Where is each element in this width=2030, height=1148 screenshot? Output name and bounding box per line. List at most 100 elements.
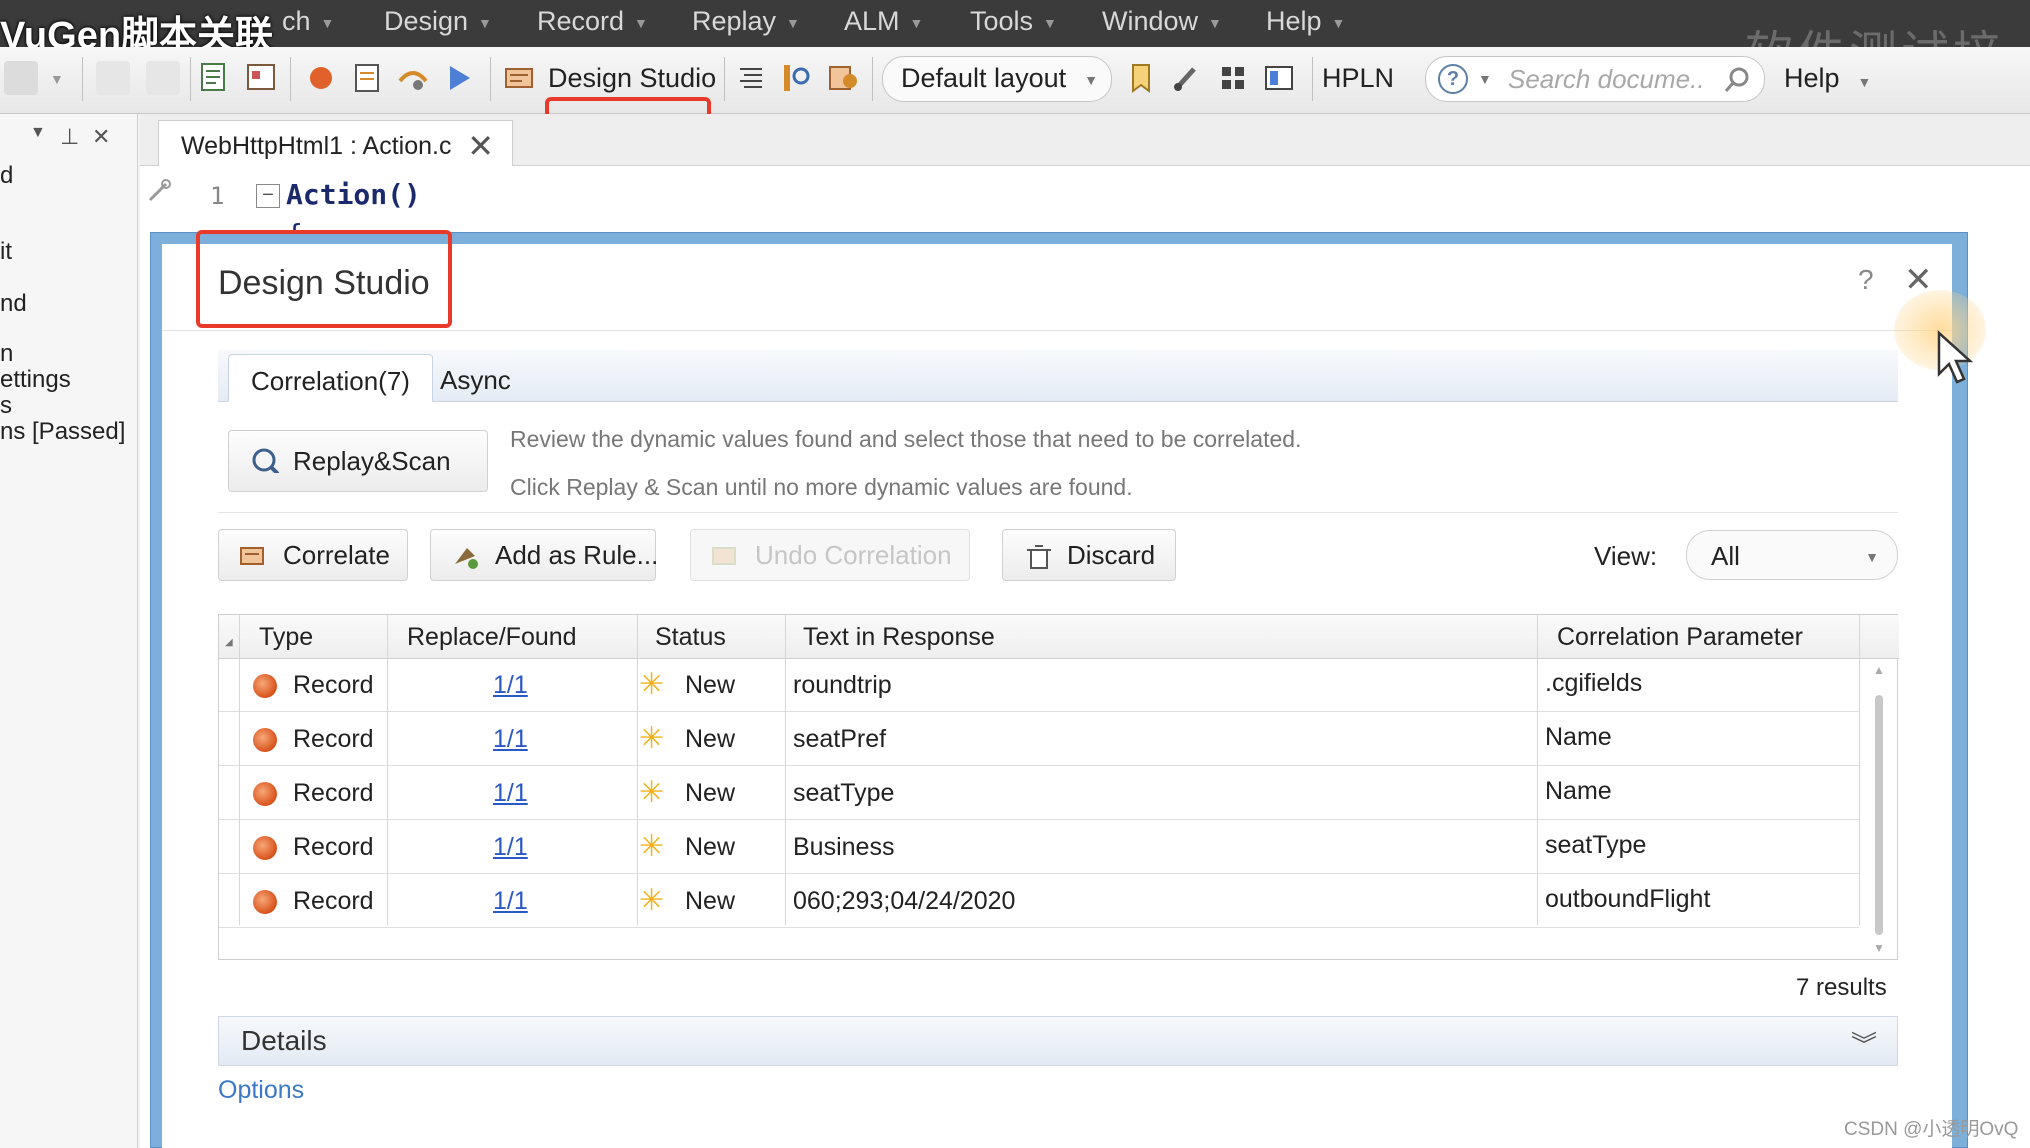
close-tab-icon[interactable]: ✕ (467, 127, 494, 165)
snapshot-icon[interactable] (244, 61, 278, 95)
panel-close-icon[interactable]: ✕ (92, 124, 110, 150)
cell-found-link[interactable]: 1/1 (493, 887, 528, 916)
help-dropdown-icon[interactable]: ▼ (1478, 71, 1492, 87)
brush-icon[interactable] (1170, 61, 1204, 95)
menu-design[interactable]: Design ▼ (384, 6, 492, 37)
cell-param[interactable]: outboundFlight (1545, 885, 1710, 914)
grid-scrollbar[interactable]: ▲ ▼ (1867, 659, 1893, 959)
undo-correlation-button[interactable]: Undo Correlation (690, 529, 970, 581)
view-dropdown[interactable]: All ▼ (1686, 530, 1898, 580)
rule-icon (455, 548, 478, 569)
menu-tools[interactable]: Tools ▼ (970, 6, 1057, 37)
options-link[interactable]: Options (218, 1076, 304, 1105)
cell-text: Business (793, 833, 895, 861)
cell-found-link[interactable]: 1/1 (493, 671, 528, 700)
tree-item[interactable]: it (0, 238, 12, 266)
tree-item[interactable]: d (0, 162, 13, 190)
menu-record[interactable]: Record ▼ (537, 6, 648, 37)
bookmark-icon[interactable] (1124, 61, 1158, 95)
hpln-button[interactable]: HPLN (1322, 63, 1394, 94)
cell-param[interactable]: Name (1545, 777, 1612, 806)
cell-param[interactable]: .cgifields (1545, 669, 1642, 698)
col-replace-found[interactable]: Replace/Found (407, 623, 577, 652)
toolbar: ▼ Design Studio Default layout ▼ HPLN ? … (0, 47, 2030, 155)
record-icon (253, 836, 277, 860)
undo-icon[interactable] (96, 61, 130, 95)
save-icon[interactable] (4, 61, 38, 95)
discard-button[interactable]: Discard (1002, 529, 1176, 581)
tree-item[interactable]: ettings (0, 366, 71, 394)
scroll-down-icon[interactable]: ▼ (1873, 941, 1885, 955)
cell-found-link[interactable]: 1/1 (493, 725, 528, 754)
help-circle-icon[interactable]: ? (1438, 64, 1468, 94)
script-icon[interactable] (198, 61, 232, 95)
menu-window[interactable]: Window ▼ (1102, 6, 1222, 37)
col-text-in-response[interactable]: Text in Response (803, 623, 995, 652)
find-step-icon[interactable] (780, 61, 814, 95)
grid-view-icon[interactable] (1216, 61, 1250, 95)
cell-status: New (685, 671, 736, 699)
replay-scan-button[interactable]: Replay&Scan (228, 430, 488, 492)
cell-found-link[interactable]: 1/1 (493, 833, 528, 862)
search-docs-box[interactable]: ? ▼ (1425, 56, 1765, 102)
design-studio-button[interactable]: Design Studio (548, 63, 716, 94)
toolbar-separator (872, 57, 873, 101)
tree-item[interactable]: s (0, 392, 12, 420)
record-icon (253, 890, 277, 914)
menu-search[interactable]: ch ▼ (282, 6, 334, 37)
dialog-help-icon[interactable]: ? (1858, 264, 1874, 296)
help-menu-button[interactable]: Help ▼ (1784, 63, 1871, 94)
tab-correlation[interactable]: Correlation(7) (228, 354, 433, 402)
chevron-double-down-icon[interactable]: ︾ (1851, 1025, 1877, 1062)
redo-icon[interactable] (146, 61, 180, 95)
panels-icon[interactable] (1262, 61, 1296, 95)
new-star-icon: ✳ (639, 722, 665, 755)
save-dropdown-icon[interactable]: ▼ (50, 71, 64, 87)
toolbar-separator (82, 57, 83, 101)
menu-help[interactable]: Help ▼ (1266, 6, 1345, 37)
pin-icon[interactable]: ⊥ (60, 124, 79, 150)
table-row[interactable]: Record 1/1 ✳ New Business seatType (219, 821, 1859, 874)
table-row[interactable]: Record 1/1 ✳ New seatPref Name (219, 713, 1859, 766)
table-row[interactable]: Record 1/1 ✳ New roundtrip .cgifields (219, 659, 1859, 712)
col-correlation-parameter[interactable]: Correlation Parameter (1557, 623, 1803, 652)
cell-text: seatPref (793, 725, 887, 753)
col-type[interactable]: Type (259, 623, 313, 652)
tab-action-c[interactable]: WebHttpHtml1 : Action.c ✕ (158, 120, 513, 166)
collapse-icon[interactable]: − (256, 184, 280, 208)
run-step-icon[interactable] (396, 61, 430, 95)
new-star-icon: ✳ (639, 830, 665, 863)
cell-param[interactable]: seatType (1545, 831, 1646, 860)
tree-item[interactable]: ns [Passed] (0, 418, 125, 446)
new-star-icon: ✳ (639, 668, 665, 701)
cell-param[interactable]: Name (1545, 723, 1612, 752)
table-row[interactable]: Record 1/1 ✳ New seatType Name (219, 767, 1859, 820)
tab-async[interactable]: Async (418, 354, 533, 402)
tree-item[interactable]: n (0, 340, 13, 368)
design-studio-icon[interactable] (502, 61, 536, 95)
menu-alm[interactable]: ALM ▼ (844, 6, 923, 37)
menu-replay[interactable]: Replay ▼ (692, 6, 800, 37)
cell-found-link[interactable]: 1/1 (493, 779, 528, 808)
correlate-button[interactable]: Correlate (218, 529, 408, 581)
search-input[interactable] (1506, 63, 1706, 95)
add-as-rule-button[interactable]: Add as Rule... (430, 529, 658, 581)
details-expander[interactable]: Details ︾ (218, 1016, 1898, 1066)
dialog-title: Design Studio (218, 264, 430, 302)
table-row[interactable]: Record 1/1 ✳ New 060;293;04/24/2020 outb… (219, 875, 1859, 928)
scroll-thumb[interactable] (1875, 695, 1883, 935)
scroll-up-icon[interactable]: ▲ (1873, 663, 1885, 677)
search-icon[interactable] (1722, 65, 1752, 95)
tree-item[interactable]: nd (0, 290, 27, 318)
cell-type: Record (293, 887, 374, 915)
run-config-icon[interactable] (826, 61, 860, 95)
record-icon[interactable] (304, 61, 338, 95)
sort-corner-icon[interactable]: ◢ (225, 637, 233, 648)
step-list-icon[interactable] (734, 61, 768, 95)
col-status[interactable]: Status (655, 623, 726, 652)
layout-dropdown[interactable]: Default layout ▼ (882, 56, 1112, 102)
replay-icon[interactable] (442, 61, 476, 95)
compile-icon[interactable] (350, 61, 384, 95)
pin-editor-icon[interactable] (144, 176, 174, 206)
panel-menu-icon[interactable]: ▼ (30, 124, 46, 142)
